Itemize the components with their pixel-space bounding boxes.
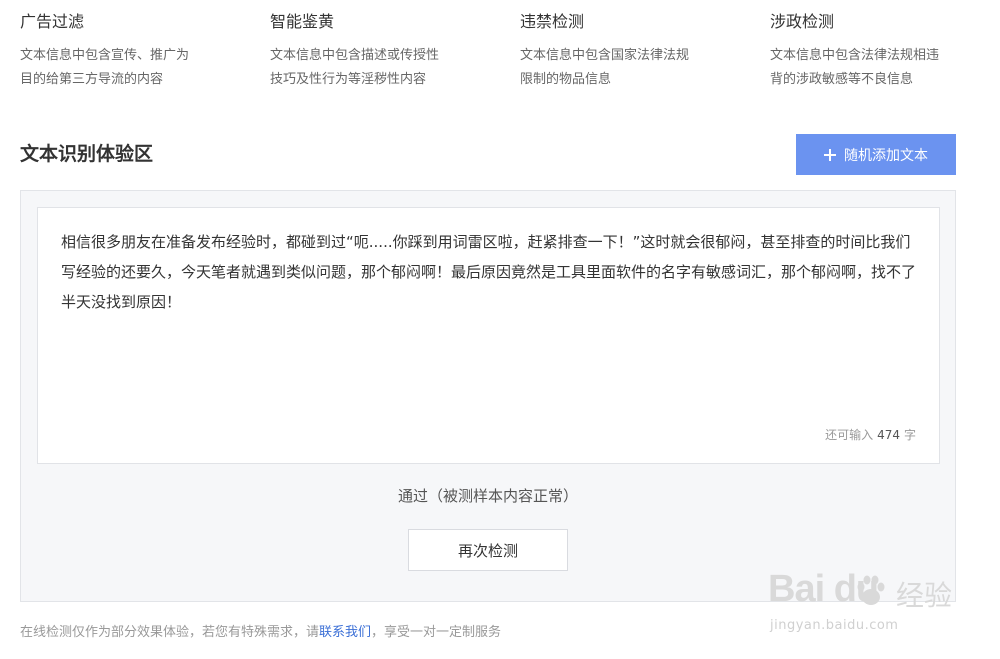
watermark-url: jingyan.baidu.com xyxy=(770,618,899,633)
baidu-jingyan-watermark: Bai du 经验 jingyan.baidu.com xyxy=(768,568,968,648)
char-counter-prefix: 还可输入 xyxy=(825,428,874,442)
section-title: 文本识别体验区 xyxy=(20,143,154,165)
footer-prefix: 在线检测仅作为部分效果体验，若您有特殊需求，请 xyxy=(20,625,320,640)
footer-suffix: ，享受一对一定制服务 xyxy=(371,625,502,640)
result-status: 通过（被测样本内容正常） xyxy=(397,487,578,505)
feature-title: 违禁检测 xyxy=(520,12,585,31)
char-counter-value: 474 xyxy=(877,428,900,442)
feature-politics-detect: 涉政检测 文本信息中包含法律法规相违 背的涉政敏感等不良信息 xyxy=(770,10,990,92)
random-add-text-button[interactable]: 随机添加文本 xyxy=(796,134,956,175)
recheck-button[interactable]: 再次检测 xyxy=(408,529,568,571)
char-counter-suffix: 字 xyxy=(903,428,916,442)
feature-desc: 文本信息中包含宣传、推广为 目的给第三方导流的内容 xyxy=(20,48,190,87)
plus-icon xyxy=(824,148,836,161)
watermark-cn: 经验 xyxy=(896,579,953,612)
paw-icon xyxy=(857,575,885,605)
feature-list: 广告过滤 文本信息中包含宣传、推广为 目的给第三方导流的内容 智能鉴黄 文本信息… xyxy=(20,10,980,100)
char-counter: 还可输入 474 字 xyxy=(825,426,916,443)
feature-title: 智能鉴黄 xyxy=(270,12,335,31)
feature-desc: 文本信息中包含描述或传授性 技巧及性行为等淫秽性内容 xyxy=(270,48,440,87)
feature-title: 涉政检测 xyxy=(770,12,835,31)
feature-title: 广告过滤 xyxy=(20,12,85,31)
feature-ad-filter: 广告过滤 文本信息中包含宣传、推广为 目的给第三方导流的内容 xyxy=(20,10,240,92)
random-add-text-label: 随机添加文本 xyxy=(844,147,928,164)
text-input-area[interactable]: 相信很多朋友在准备发布经验时，都碰到过“呃.....你踩到用词雷区啦，赶紧排查一… xyxy=(37,207,940,464)
feature-desc: 文本信息中包含国家法律法规 限制的物品信息 xyxy=(520,48,690,87)
feature-prohibited-detect: 违禁检测 文本信息中包含国家法律法规 限制的物品信息 xyxy=(520,10,740,92)
feature-porn-detect: 智能鉴黄 文本信息中包含描述或传授性 技巧及性行为等淫秽性内容 xyxy=(270,10,490,92)
text-input-content[interactable]: 相信很多朋友在准备发布经验时，都碰到过“呃.....你踩到用词雷区啦，赶紧排查一… xyxy=(61,227,921,317)
feature-desc: 文本信息中包含法律法规相违 背的涉政敏感等不良信息 xyxy=(770,48,940,87)
text-test-panel: 相信很多朋友在准备发布经验时，都碰到过“呃.....你踩到用词雷区啦，赶紧排查一… xyxy=(20,190,956,602)
contact-us-link[interactable]: 联系我们 xyxy=(319,625,371,640)
footer-note: 在线检测仅作为部分效果体验，若您有特殊需求，请联系我们，享受一对一定制服务 xyxy=(20,621,501,640)
